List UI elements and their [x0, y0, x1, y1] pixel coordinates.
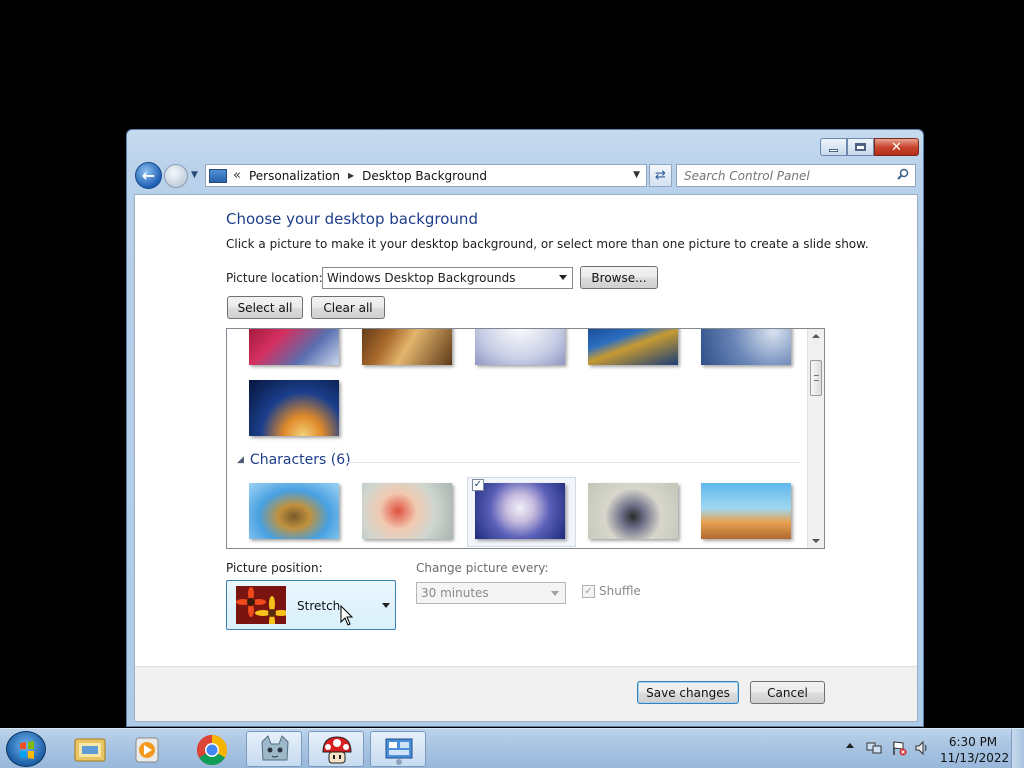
mushroom-icon: [322, 736, 352, 764]
interval-value: 30 minutes: [421, 586, 489, 600]
control-panel-icon: [209, 168, 227, 183]
taskbar-chrome[interactable]: [184, 731, 240, 767]
breadcrumb-personalization[interactable]: Personalization: [249, 169, 340, 183]
back-arrow-icon: ←: [141, 166, 156, 185]
shuffle-label: Shuffle: [599, 584, 641, 598]
position-preview-image: [236, 586, 289, 630]
refresh-button[interactable]: ⇄: [649, 164, 672, 187]
page-title: Choose your desktop background: [226, 210, 478, 228]
flower-preview-icon: [236, 586, 289, 630]
wallpaper-thumbnail[interactable]: [701, 329, 791, 365]
picture-location-select[interactable]: Windows Desktop Backgrounds: [322, 267, 573, 289]
close-icon: ✕: [891, 139, 902, 155]
breadcrumb-separator-icon[interactable]: ▶: [348, 171, 354, 180]
wallpaper-thumbnail[interactable]: [249, 483, 339, 539]
picture-gallery: ◢ Characters (6) ✓: [226, 328, 825, 549]
collapse-triangle-icon[interactable]: ◢: [237, 455, 244, 465]
chevron-down-icon: [559, 275, 567, 280]
wallpaper-thumbnail[interactable]: [362, 329, 452, 365]
breadcrumb-desktop-background[interactable]: Desktop Background: [362, 169, 487, 183]
wallpaper-thumbnail[interactable]: [701, 483, 791, 539]
system-clock[interactable]: 6:30 PM 11/13/2022: [940, 734, 1010, 766]
control-panel-window: ✕ ← ▼ « Personalization ▶ Desktop Backgr…: [126, 129, 924, 727]
wallpaper-thumbnail[interactable]: [249, 380, 339, 436]
clock-time: 6:30 PM: [948, 735, 998, 749]
scroll-up-icon[interactable]: [812, 334, 820, 338]
gallery-scrollbar[interactable]: [807, 329, 824, 548]
chevron-down-icon: [382, 603, 390, 608]
shuffle-checkbox[interactable]: ✓ Shuffle: [582, 584, 641, 598]
maximize-icon: [855, 143, 866, 151]
maximize-button[interactable]: [847, 138, 874, 156]
change-picture-label: Change picture every:: [416, 561, 549, 575]
dialog-footer: Save changes Cancel: [135, 666, 917, 721]
picture-position-label: Picture position:: [226, 561, 323, 575]
chrome-icon: [196, 735, 228, 766]
caption-buttons: ✕: [820, 138, 919, 156]
chevron-down-icon: [551, 591, 559, 596]
taskbar: 6:30 PM 11/13/2022: [0, 728, 1024, 768]
navigation-bar: ← ▼ « Personalization ▶ Desktop Backgrou…: [135, 161, 916, 189]
network-icon[interactable]: [866, 740, 882, 756]
wallpaper-thumbnail-selected[interactable]: [475, 483, 565, 539]
action-center-flag-icon[interactable]: [891, 740, 907, 756]
group-header-characters[interactable]: ◢ Characters (6): [237, 452, 351, 468]
thumbnail-checkbox[interactable]: ✓: [472, 479, 484, 491]
taskbar-control-panel[interactable]: [370, 731, 426, 767]
clear-all-button[interactable]: Clear all: [311, 296, 385, 319]
media-player-icon: [135, 737, 159, 763]
group-title: Characters (6): [249, 452, 351, 468]
scroll-down-icon[interactable]: [812, 539, 820, 543]
change-picture-interval-select[interactable]: 30 minutes: [416, 582, 566, 604]
taskbar-app-mushroom[interactable]: [308, 731, 364, 767]
show-desktop-button[interactable]: [1011, 729, 1024, 768]
windows-logo-icon: [20, 741, 34, 759]
mouse-cursor-icon: [340, 605, 354, 626]
minimize-button[interactable]: [820, 138, 847, 156]
taskbar-media-player[interactable]: [120, 731, 176, 767]
select-all-button[interactable]: Select all: [227, 296, 303, 319]
grip-icon: [814, 375, 819, 381]
close-button[interactable]: ✕: [874, 138, 919, 156]
wallpaper-thumbnail[interactable]: [588, 329, 678, 365]
picture-location-label: Picture location:: [226, 271, 323, 285]
forward-button[interactable]: [164, 164, 188, 188]
recent-pages-dropdown[interactable]: ▼: [191, 170, 198, 180]
start-button[interactable]: [6, 731, 46, 767]
checkbox-checked-icon[interactable]: ✓: [582, 584, 595, 598]
taskbar-app-cat[interactable]: [246, 731, 302, 767]
minimize-icon: [829, 148, 838, 152]
control-panel-icon: [385, 738, 413, 765]
wallpaper-thumbnail[interactable]: [588, 483, 678, 539]
group-divider: [345, 462, 800, 463]
cat-app-icon: [261, 735, 289, 761]
cancel-button[interactable]: Cancel: [750, 681, 825, 704]
scrollbar-thumb[interactable]: [810, 360, 822, 396]
page-instructions: Click a picture to make it your desktop …: [226, 237, 869, 251]
search-input[interactable]: [677, 165, 887, 186]
volume-icon[interactable]: [914, 740, 930, 756]
address-dropdown-icon[interactable]: ▼: [633, 170, 640, 180]
refresh-icon: ⇄: [655, 168, 666, 183]
clock-date: 11/13/2022: [940, 751, 1010, 765]
search-icon[interactable]: [897, 168, 909, 180]
main-content: Choose your desktop background Click a p…: [134, 194, 918, 722]
picture-location-value: Windows Desktop Backgrounds: [327, 271, 516, 285]
back-button[interactable]: ←: [135, 162, 162, 189]
picture-position-value: Stretch: [297, 599, 341, 613]
address-bar[interactable]: « Personalization ▶ Desktop Background ▼: [205, 164, 647, 187]
wallpaper-thumbnail[interactable]: [362, 483, 452, 539]
picture-position-select[interactable]: Stretch: [226, 580, 396, 630]
taskbar-explorer[interactable]: [62, 731, 118, 767]
show-hidden-icons-icon[interactable]: [846, 743, 854, 748]
wallpaper-thumbnail[interactable]: [475, 329, 565, 365]
folder-icon: [74, 738, 106, 762]
browse-button[interactable]: Browse...: [580, 266, 658, 289]
wallpaper-thumbnail[interactable]: [249, 329, 339, 365]
search-box[interactable]: [676, 164, 916, 187]
address-overflow-chevron[interactable]: «: [233, 168, 241, 183]
save-changes-button[interactable]: Save changes: [637, 681, 739, 704]
